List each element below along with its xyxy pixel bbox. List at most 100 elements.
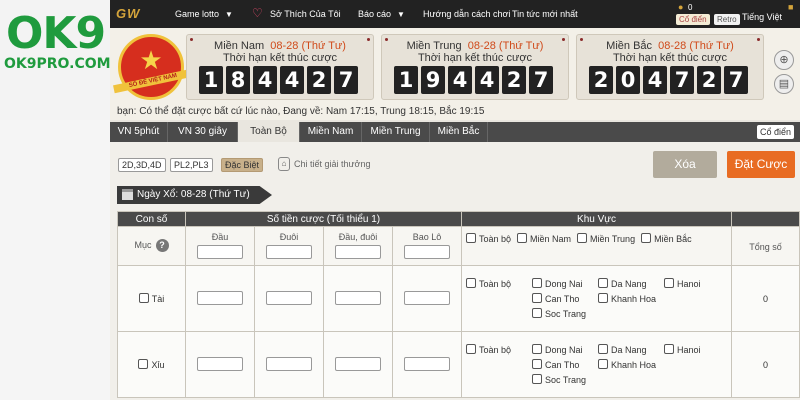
checkbox[interactable]	[532, 374, 542, 384]
province-label: Hanoi	[677, 279, 701, 289]
digit: 8	[226, 66, 250, 94]
checkbox[interactable]	[466, 344, 476, 354]
checkbox[interactable]	[138, 293, 149, 303]
province-option[interactable]: Toàn bộ	[466, 278, 532, 289]
province-option[interactable]: Khanh Hoa	[598, 293, 664, 304]
star-icon: ★	[139, 45, 163, 75]
dau-all-input[interactable]	[197, 245, 243, 259]
province-option[interactable]: Da Nang	[598, 278, 664, 289]
checkbox[interactable]	[466, 233, 476, 243]
nav-reports[interactable]: Báo cáo ▼	[358, 9, 405, 19]
dau-duoi-input[interactable]	[335, 290, 381, 305]
dau-cell	[185, 265, 255, 332]
digit: 2	[697, 66, 721, 94]
province-empty	[466, 308, 532, 319]
region-bac-option[interactable]: Miền Bắc	[641, 233, 692, 244]
nav-how-to-play[interactable]: Hướng dẫn cách chơi	[423, 9, 510, 19]
duoi-input[interactable]	[266, 290, 312, 305]
language-selector[interactable]: Tiếng Việt	[742, 12, 782, 22]
province-label: Dong Nai	[545, 345, 583, 355]
bao-lo-input[interactable]	[404, 356, 450, 371]
place-bet-button[interactable]: Đặt Cược	[727, 151, 795, 178]
checkbox[interactable]	[466, 278, 476, 288]
checkbox[interactable]	[664, 344, 674, 354]
betting-panel: 2D,3D,4D PL2,PL3 Đặc Biệt ⌂ Chi tiết giả…	[110, 142, 800, 400]
nav-news[interactable]: Tin tức mới nhất	[512, 9, 578, 19]
checkbox[interactable]	[598, 359, 608, 369]
bao-lo-input[interactable]	[404, 290, 450, 305]
province-option[interactable]: Hanoi	[664, 278, 730, 289]
checkbox[interactable]	[532, 278, 542, 288]
checkbox[interactable]	[532, 344, 542, 354]
filter-pl2-pl3[interactable]: PL2,PL3	[170, 158, 213, 172]
tab-toan-bo[interactable]: Toàn Bộ	[238, 122, 300, 142]
province-option[interactable]: Da Nang	[598, 344, 664, 355]
region-card-mien-trung: Miền Trung 08-28 (Thứ Tư) Thời hạn kết t…	[381, 34, 569, 100]
province-option[interactable]: Dong Nai	[532, 344, 598, 355]
checkbox[interactable]	[532, 293, 542, 303]
classic-mode-button[interactable]: Cổ điển	[676, 14, 710, 25]
checkbox[interactable]	[517, 233, 528, 243]
vietnam-lottery-badge: ★ SỔ ĐỀ VIỆT NAM	[113, 34, 193, 100]
prize-detail-link[interactable]: Chi tiết giải thưởng	[294, 159, 370, 169]
digit: 4	[643, 66, 667, 94]
checkbox[interactable]	[598, 278, 608, 288]
globe-icon[interactable]: ⊕	[774, 50, 794, 70]
duoi-input[interactable]	[266, 356, 312, 371]
checkbox[interactable]	[598, 293, 608, 303]
nav-favorites[interactable]: Sở Thích Của Tôi	[270, 9, 341, 19]
tab-mien-bac[interactable]: Miền Bắc	[430, 122, 488, 142]
retro-mode-button[interactable]: Retro	[714, 14, 740, 25]
row-total: 0	[731, 331, 800, 398]
province-option[interactable]: Dong Nai	[532, 278, 598, 289]
nav-game-lotto[interactable]: Game lotto ▼	[175, 9, 233, 19]
header-so-tien: Số tiền cược (Tối thiểu 1)	[185, 211, 462, 227]
dau-input[interactable]	[197, 290, 243, 305]
province-label: Soc Trang	[545, 375, 587, 385]
filter-2d-3d-4d[interactable]: 2D,3D,4D	[118, 158, 166, 172]
province-option[interactable]: Khanh Hoa	[598, 359, 664, 370]
checkbox[interactable]	[577, 233, 588, 243]
tab-vn-30-giay[interactable]: VN 30 giây	[168, 122, 238, 142]
duoi-label: Đuôi	[279, 232, 299, 242]
bao-lo-all-input[interactable]	[404, 245, 450, 259]
province-cell: Toàn bộ Dong Nai Da Nang Hanoi Can Tho K…	[461, 331, 732, 398]
province-label: Dong Nai	[545, 279, 583, 289]
brand-logo[interactable]: GW	[116, 6, 140, 21]
province-option[interactable]: Can Tho	[532, 359, 598, 370]
region-date: 08-28 (Thứ Tư)	[270, 40, 346, 52]
checkbox[interactable]	[532, 359, 542, 369]
province-empty	[466, 359, 532, 370]
filter-dac-biet[interactable]: Đặc Biệt	[221, 158, 264, 172]
region-trung-option[interactable]: Miền Trung	[577, 233, 635, 244]
cell-muc: Mục?	[117, 226, 186, 266]
dau-duoi-input[interactable]	[335, 356, 381, 371]
checkbox[interactable]	[598, 344, 608, 354]
province-option[interactable]: Can Tho	[532, 293, 598, 304]
province-option[interactable]: Toàn bộ	[466, 344, 532, 355]
region-nam-option[interactable]: Miền Nam	[517, 233, 571, 244]
book-icon[interactable]: ▤	[774, 74, 794, 94]
classic-view-button[interactable]: Cổ điển	[756, 125, 794, 139]
checkbox[interactable]	[641, 233, 652, 243]
checkbox[interactable]	[138, 359, 149, 369]
dau-duoi-all-input[interactable]	[335, 245, 381, 259]
province-option[interactable]: Soc Trang	[532, 374, 598, 385]
dau-input[interactable]	[197, 356, 243, 371]
tab-vn-5phut[interactable]: VN 5phút	[110, 122, 168, 142]
checkbox[interactable]	[664, 278, 674, 288]
site-logo[interactable]: OK9	[6, 8, 106, 59]
clear-button[interactable]: Xóa	[653, 151, 717, 178]
deadline-label: Thời hạn kết thúc cược	[222, 52, 338, 64]
duoi-all-input[interactable]	[266, 245, 312, 259]
lock-icon[interactable]: ■	[788, 2, 793, 12]
tab-mien-nam[interactable]: Miền Nam	[300, 122, 362, 142]
help-icon[interactable]: ?	[155, 239, 169, 252]
region-all-option[interactable]: Toàn bộ	[466, 233, 511, 244]
tab-mien-trung[interactable]: Miền Trung	[362, 122, 430, 142]
checkbox[interactable]	[532, 308, 542, 318]
deadline-label: Thời hạn kết thúc cược	[417, 52, 533, 64]
province-label: Can Tho	[545, 360, 580, 370]
province-option[interactable]: Hanoi	[664, 344, 730, 355]
province-option[interactable]: Soc Trang	[532, 308, 598, 319]
